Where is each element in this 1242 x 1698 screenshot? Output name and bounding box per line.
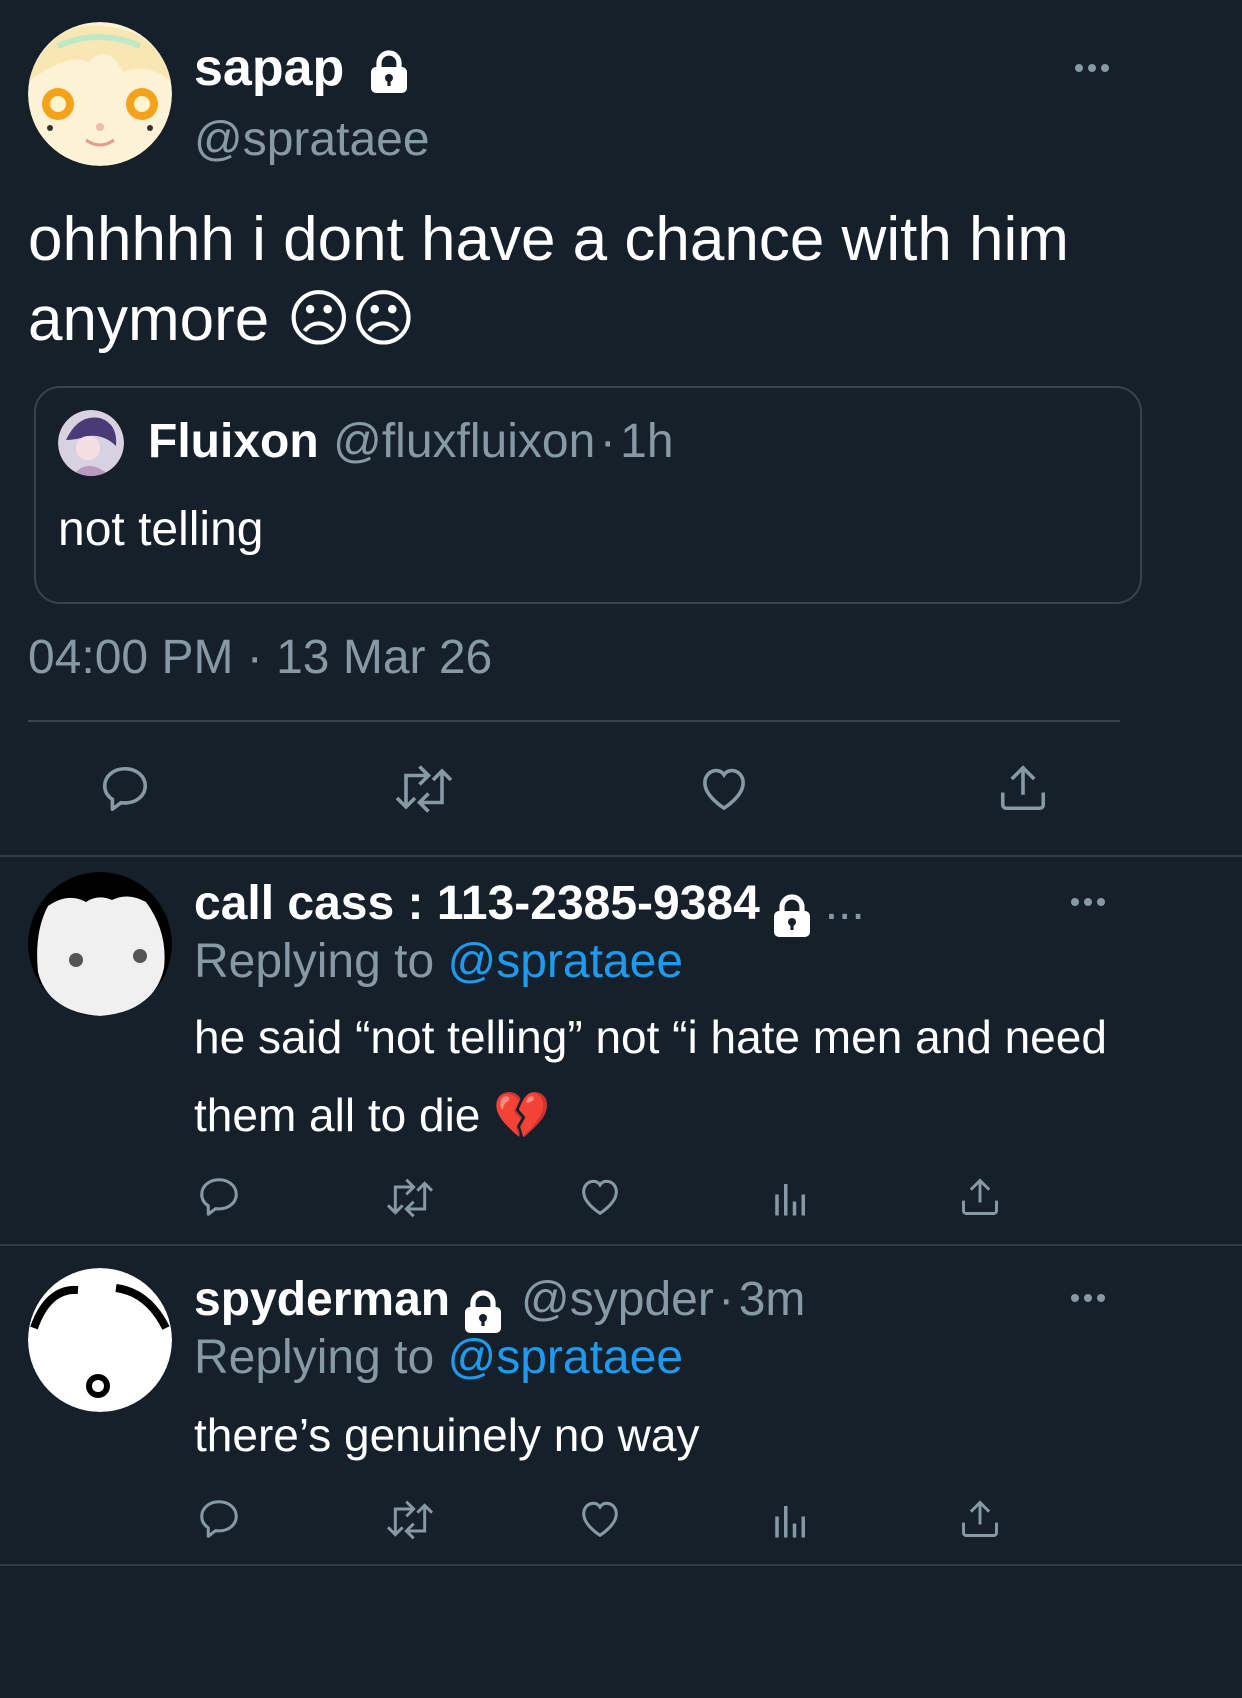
replying-handle-link[interactable]: @sprataee [447, 1331, 683, 1384]
reply-icon[interactable] [98, 762, 152, 816]
like-icon[interactable] [696, 762, 752, 816]
lock-icon [365, 47, 413, 95]
lock-icon [459, 1287, 507, 1335]
reply-name-suffix: ... [824, 877, 865, 930]
main-tweet-text: ohhhhh i dont have a chance with him any… [28, 205, 1069, 354]
reply-time: 3m [738, 1273, 806, 1326]
quoted-header: Fluixon @fluxfluixon · 1h [148, 414, 674, 469]
more-options-icon[interactable] [1070, 896, 1106, 908]
main-handle[interactable]: @sprataee [194, 112, 430, 167]
reply-avatar[interactable] [28, 872, 172, 1016]
retweet-icon[interactable] [394, 762, 454, 816]
reply-text: he said “not telling” not “i hate men an… [194, 1011, 1107, 1141]
divider [0, 1244, 1242, 1246]
retweet-icon[interactable] [384, 1176, 436, 1220]
reply-icon[interactable] [196, 1496, 242, 1542]
share-icon[interactable] [958, 1496, 1002, 1542]
quoted-time: 1h [620, 415, 674, 468]
quoted-avatar-image [58, 410, 124, 476]
like-icon[interactable] [576, 1496, 624, 1542]
reply-icon[interactable] [196, 1174, 242, 1220]
more-options-icon[interactable] [1070, 62, 1114, 74]
divider [28, 720, 1120, 722]
analytics-icon[interactable] [770, 1498, 812, 1542]
reply-text: there’s genuinely no way [194, 1409, 700, 1461]
replying-to: Replying to @sprataee [194, 1330, 683, 1385]
divider [0, 1564, 1242, 1566]
reply-display-name[interactable]: call cass : 113-2385-9384 [194, 877, 760, 930]
quoted-separator: · [599, 415, 616, 468]
more-options-icon[interactable] [1070, 1292, 1106, 1304]
reply-display-name[interactable]: spyderman [194, 1273, 450, 1326]
reply-avatar-image [28, 872, 172, 1016]
lock-icon [768, 891, 816, 939]
reply-avatar[interactable] [28, 1268, 172, 1412]
replying-to: Replying to @sprataee [194, 934, 683, 989]
retweet-icon[interactable] [384, 1498, 436, 1542]
quoted-handle[interactable]: @fluxfluixon [333, 415, 595, 468]
main-display-name[interactable]: sapap [194, 38, 413, 98]
like-icon[interactable] [576, 1174, 624, 1220]
replying-handle-link[interactable]: @sprataee [447, 935, 683, 988]
tweet-timestamp[interactable]: 04:00 PM · 13 Mar 26 [28, 630, 492, 685]
share-icon[interactable] [996, 760, 1050, 816]
quoted-avatar [58, 410, 124, 476]
main-display-name-text: sapap [194, 39, 345, 97]
reply-header: call cass : 113-2385-9384 ... [194, 876, 865, 939]
quoted-display-name[interactable]: Fluixon [148, 415, 319, 468]
analytics-icon[interactable] [770, 1176, 812, 1220]
quoted-text: not telling [58, 503, 264, 556]
replying-label: Replying to [194, 935, 435, 988]
reply-handle[interactable]: @sypder [521, 1273, 714, 1326]
reply-header: spyderman @sypder · 3m [194, 1272, 805, 1335]
replying-label: Replying to [194, 1331, 435, 1384]
main-avatar[interactable] [28, 22, 172, 166]
divider [0, 855, 1242, 857]
share-icon[interactable] [958, 1174, 1002, 1220]
main-avatar-image [28, 22, 172, 166]
reply-separator: · [718, 1273, 735, 1326]
reply-avatar-image [28, 1268, 172, 1412]
